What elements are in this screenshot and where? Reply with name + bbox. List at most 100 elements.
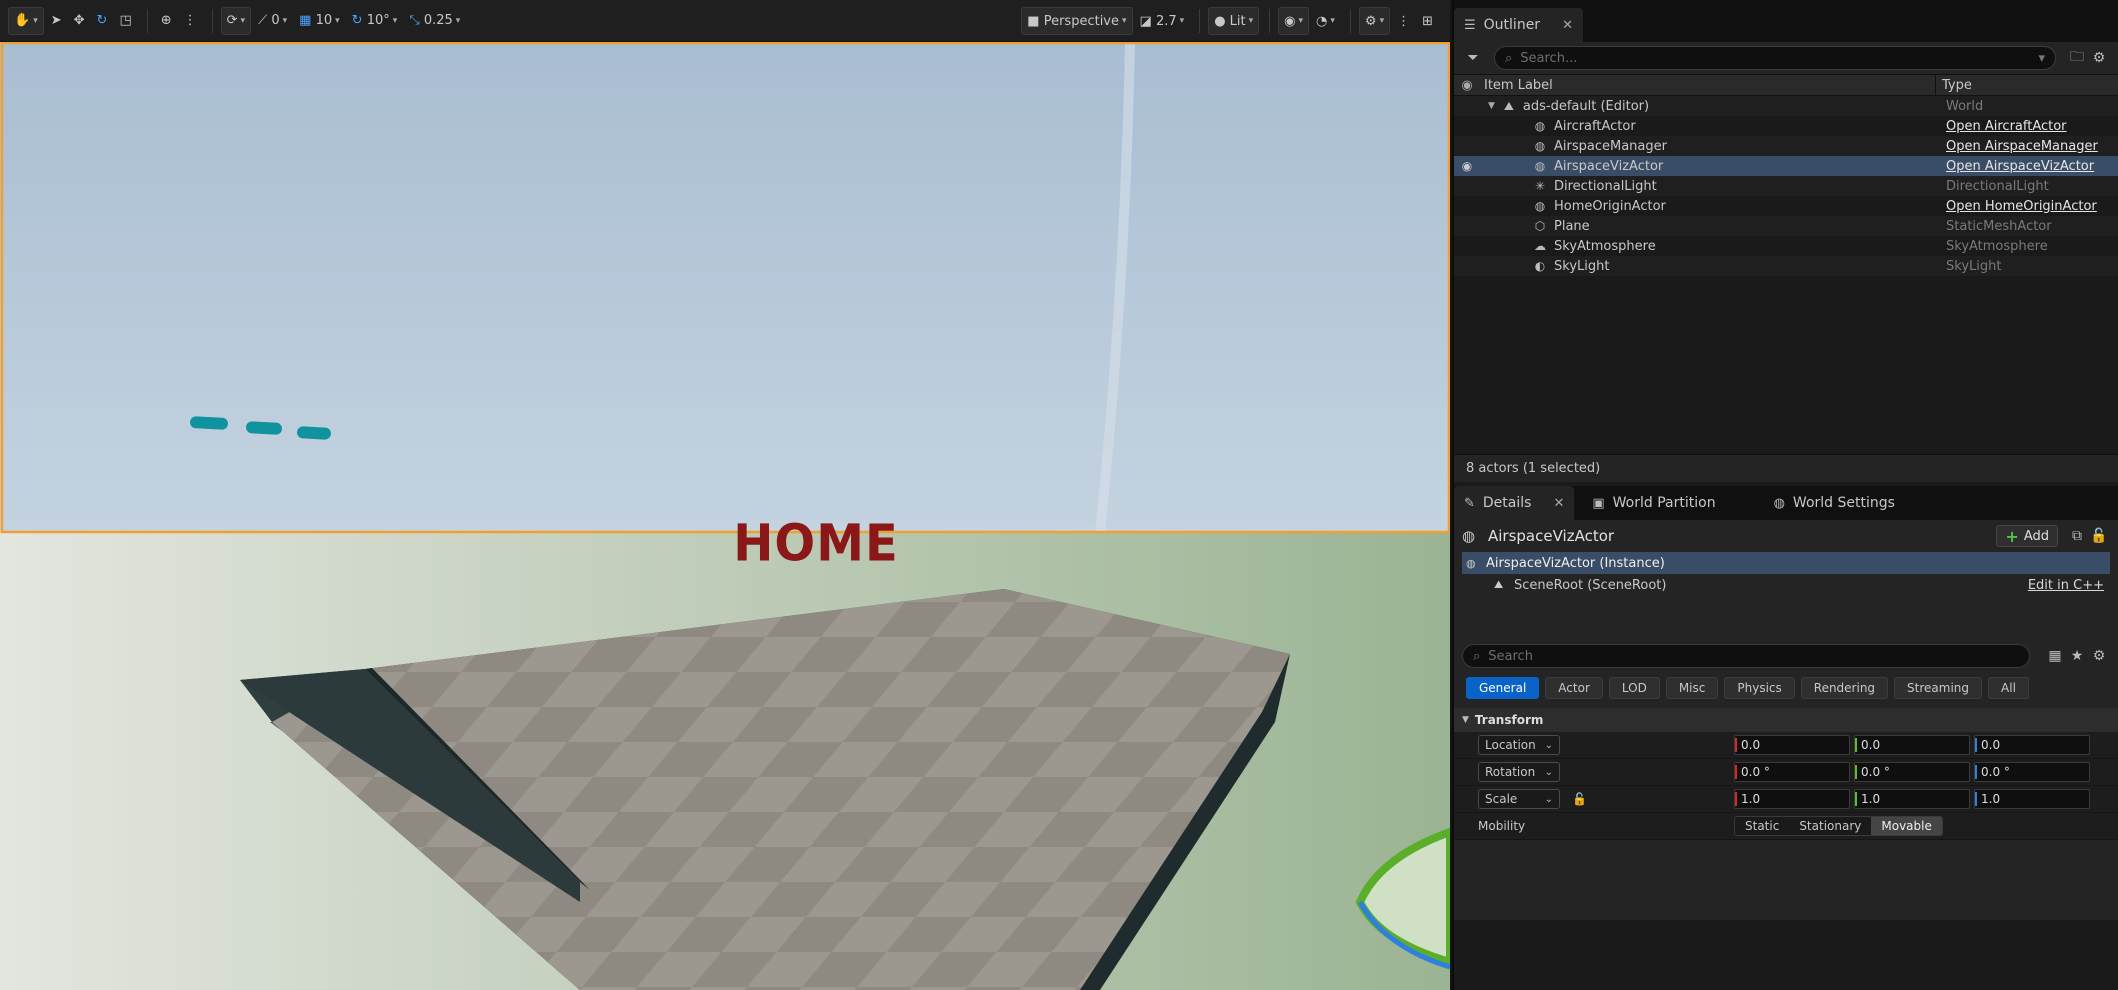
tab-world-partition[interactable]: ▣ World Partition xyxy=(1582,486,1725,520)
performance-dropdown[interactable]: ◔ ▾ xyxy=(1311,7,1340,35)
component-instance-row[interactable]: ◍ AirspaceVizActor (Instance) xyxy=(1462,552,2110,574)
lock-icon[interactable]: 🔓 xyxy=(1572,792,1587,806)
table-view-icon[interactable]: ▦ xyxy=(2044,645,2066,667)
rotation-snap-dropdown[interactable]: ↻ 10° ▾ xyxy=(347,7,403,35)
scale-z-field[interactable]: 1.0 xyxy=(1974,789,2090,809)
rotation-z-field[interactable]: 0.0 ° xyxy=(1974,762,2090,782)
add-folder-icon[interactable]: 🗀 xyxy=(2066,47,2088,69)
surface-snap-dropdown[interactable]: ⟳ ▾ xyxy=(220,6,252,35)
expand-arrow-icon[interactable]: ▼ xyxy=(1488,101,1495,111)
rotation-x-field[interactable]: 0.0 ° xyxy=(1734,762,1850,782)
chevron-down-icon[interactable]: ▾ xyxy=(2038,51,2045,66)
outliner-item-type[interactable]: Open AirspaceVizActor xyxy=(1936,159,2094,174)
rotate-tool-button[interactable]: ↻ xyxy=(92,7,113,35)
scale-tool-button[interactable]: ◳ xyxy=(114,7,136,35)
location-z-field[interactable]: 0.0 xyxy=(1974,735,2090,755)
outliner-search-input[interactable] xyxy=(1520,50,2039,66)
outliner-row[interactable]: ◐ SkyLight SkyLight xyxy=(1454,256,2118,276)
level-viewport[interactable]: ✋ ▾ ➤ ✥ ↻ ◳ ⊕ ⋮ ⟳ ▾ ⟋ 0 ▾ ▦ 10 ▾ ↻ 10° ▾ ⤡ 0.… xyxy=(0,0,1450,990)
select-tool-button[interactable]: ➤ xyxy=(46,7,67,35)
outliner-row[interactable]: ✳ DirectionalLight DirectionalLight xyxy=(1454,176,2118,196)
lock-icon[interactable]: 🔓 xyxy=(2088,525,2110,547)
mobility-option-movable[interactable]: Movable xyxy=(1871,817,1942,835)
mobility-option-stationary[interactable]: Stationary xyxy=(1789,817,1872,835)
transform-section-header[interactable]: ▼ Transform xyxy=(1454,708,2118,732)
outliner-item-type[interactable]: Open HomeOriginActor xyxy=(1936,199,2097,214)
show-flags-dropdown[interactable]: ◉ ▾ xyxy=(1278,7,1310,35)
tab-details[interactable]: ✎ Details ✕ xyxy=(1454,486,1575,520)
airspace-volume[interactable] xyxy=(0,42,1450,532)
visibility-icon[interactable]: ◉ xyxy=(1454,78,1480,93)
outliner-row[interactable]: ⬡ Plane StaticMeshActor xyxy=(1454,216,2118,236)
details-search-input[interactable] xyxy=(1488,648,2019,664)
scale-y-field[interactable]: 1.0 xyxy=(1854,789,1970,809)
scale-snap-icon: ⤡ xyxy=(409,13,420,28)
details-search[interactable]: ⌕ xyxy=(1462,644,2030,668)
angle-snap-value: 0 xyxy=(271,13,280,28)
tab-world-settings[interactable]: ◍ World Settings xyxy=(1764,486,1905,520)
select-mode-dropdown[interactable]: ✋ ▾ xyxy=(8,6,44,35)
outliner-row[interactable]: ◍ HomeOriginActor Open HomeOriginActor xyxy=(1454,196,2118,216)
filter-tab-general[interactable]: General xyxy=(1466,677,1540,699)
outliner-item-type: StaticMeshActor xyxy=(1946,218,2052,234)
viewport-scene[interactable]: HOME xyxy=(0,42,1450,990)
outliner-item-type[interactable]: Open AirspaceManager xyxy=(1936,139,2098,154)
scale-dropdown[interactable]: Scale ⌄ xyxy=(1478,789,1560,809)
blueprint-icon[interactable]: ⧉ xyxy=(2066,525,2088,547)
viewport-layout-button[interactable]: ⊞ xyxy=(1417,7,1438,35)
location-y-field[interactable]: 0.0 xyxy=(1854,735,1970,755)
outliner-item-type[interactable]: Open AircraftActor xyxy=(1936,119,2067,134)
outliner-row[interactable]: ◍ AirspaceManager Open AirspaceManager xyxy=(1454,136,2118,156)
outliner-row[interactable]: ◉ ◍ AirspaceVizActor Open AirspaceVizActor xyxy=(1454,156,2118,176)
add-component-button[interactable]: + Add xyxy=(1996,525,2058,547)
scale-x-field[interactable]: 1.0 xyxy=(1734,789,1850,809)
grid-snap-dropdown[interactable]: ▦ 10 ▾ xyxy=(294,7,345,35)
location-dropdown[interactable]: Location ⌄ xyxy=(1478,735,1560,755)
location-x-field[interactable]: 0.0 xyxy=(1734,735,1850,755)
rotation-dropdown[interactable]: Rotation ⌄ xyxy=(1478,762,1560,782)
column-type[interactable]: Type xyxy=(1936,78,1972,93)
star-icon[interactable]: ★ xyxy=(2066,645,2088,667)
edit-in-cpp-link[interactable]: Edit in C++ xyxy=(2028,578,2104,593)
view-mode-dropdown[interactable]: ■ Perspective ▾ xyxy=(1021,7,1133,35)
lighting-mode-dropdown[interactable]: ● Lit ▾ xyxy=(1208,7,1260,35)
outliner-row[interactable]: ◍ AircraftActor Open AircraftActor xyxy=(1454,116,2118,136)
filter-tab-lod[interactable]: LOD xyxy=(1608,677,1660,699)
outliner-search[interactable]: ⌕ ▾ xyxy=(1494,46,2056,70)
component-sceneroot-row[interactable]: ⛰ SceneRoot (SceneRoot) Edit in C++ xyxy=(1462,574,2110,596)
tab-outliner[interactable]: ☰ Outliner ✕ xyxy=(1454,8,1583,42)
selected-actor-name: AirspaceVizActor xyxy=(1488,527,1615,545)
close-icon[interactable]: ✕ xyxy=(1553,496,1564,511)
outliner-root-row[interactable]: ▼ ⛰ ads-default (Editor) World xyxy=(1454,96,2118,116)
scale-snap-dropdown[interactable]: ⤡ 0.25 ▾ xyxy=(404,7,465,35)
toolbar-divider xyxy=(1349,9,1351,33)
filter-tab-all[interactable]: All xyxy=(1988,677,2029,699)
filter-tab-misc[interactable]: Misc xyxy=(1665,677,1719,699)
light-icon: ✳ xyxy=(1534,179,1546,193)
more-options-button[interactable]: ⋮ xyxy=(179,7,202,35)
filter-tab-physics[interactable]: Physics xyxy=(1724,677,1795,699)
rotation-y-field[interactable]: 0.0 ° xyxy=(1854,762,1970,782)
filter-tab-streaming[interactable]: Streaming xyxy=(1894,677,1983,699)
toolbar-divider xyxy=(211,8,213,33)
outliner-row[interactable]: ☁ SkyAtmosphere SkyAtmosphere xyxy=(1454,236,2118,256)
location-label: Location xyxy=(1485,738,1536,752)
camera-icon: ■ xyxy=(1027,13,1040,29)
gear-icon[interactable]: ⚙ xyxy=(2088,645,2110,667)
filter-tab-actor[interactable]: Actor xyxy=(1545,677,1603,699)
column-item-label[interactable]: Item Label xyxy=(1480,75,1936,95)
gear-icon[interactable]: ⚙ xyxy=(2088,47,2110,69)
angle-snap-dropdown[interactable]: ⟋ 0 ▾ xyxy=(253,7,292,35)
viewport-settings-dropdown[interactable]: ⚙ ▾ xyxy=(1358,7,1391,35)
close-icon[interactable]: ✕ xyxy=(1562,18,1573,33)
plus-icon: + xyxy=(2005,526,2019,546)
filter-tab-rendering[interactable]: Rendering xyxy=(1800,677,1889,699)
translate-tool-button[interactable]: ✥ xyxy=(69,7,90,35)
visibility-toggle[interactable]: ◉ xyxy=(1454,159,1480,173)
filter-icon[interactable]: ⏷ xyxy=(1462,47,1484,69)
mobility-option-static[interactable]: Static xyxy=(1735,817,1790,835)
chevron-down-icon: ⌄ xyxy=(1544,739,1553,751)
viewport-options-button[interactable]: ⋮ xyxy=(1392,7,1415,35)
camera-speed-dropdown[interactable]: ◪ 2.7 ▾ xyxy=(1135,7,1190,35)
coordinate-system-button[interactable]: ⊕ xyxy=(156,7,177,35)
